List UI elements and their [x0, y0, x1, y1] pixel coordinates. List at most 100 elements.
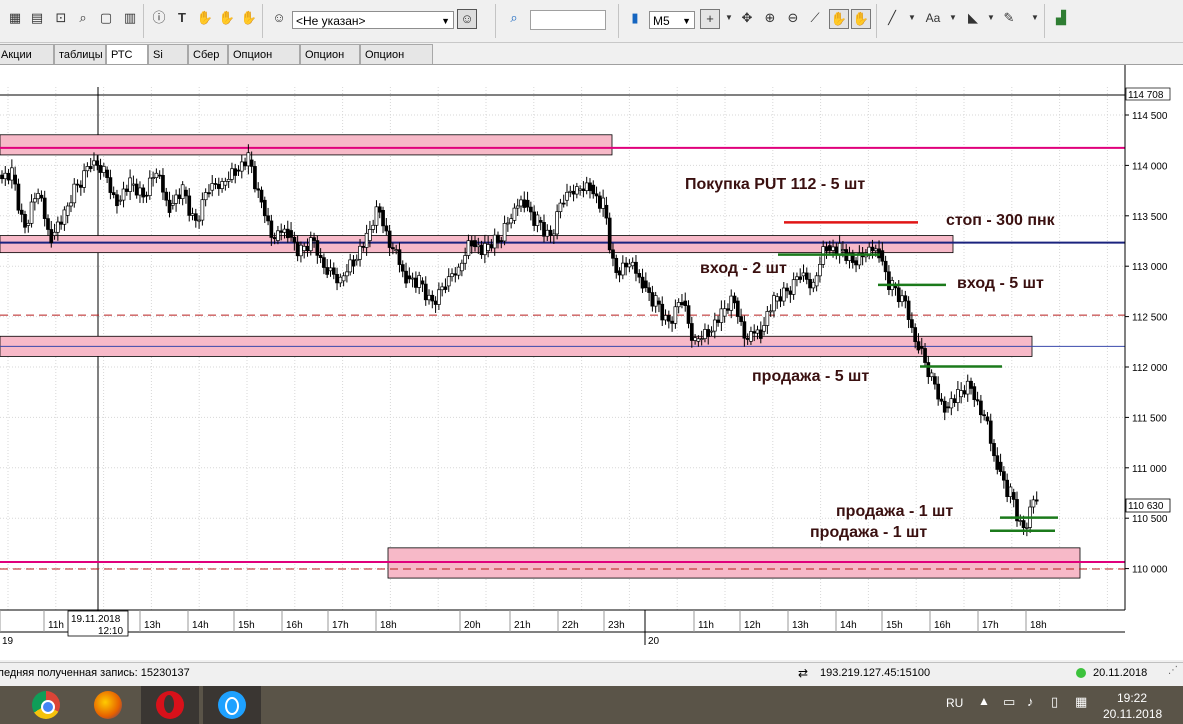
candle-body [591, 184, 596, 195]
candle-body [164, 191, 169, 201]
candle-body [985, 416, 990, 422]
pencil-icon[interactable]: ✎ [1000, 9, 1018, 27]
candle-body [19, 209, 24, 215]
user-card-icon[interactable]: ☺ [457, 9, 477, 29]
hand-tool-icon[interactable]: ✋ [829, 9, 849, 29]
volume-icon[interactable]: ♪ [1027, 694, 1034, 709]
tab-sber[interactable]: Сбер [188, 44, 228, 64]
find-icon[interactable]: ⌕ [74, 9, 92, 27]
candle-body [282, 228, 287, 233]
candle-body [666, 315, 671, 322]
candle-body [292, 236, 297, 243]
grid-icon[interactable]: ▤ [28, 9, 46, 27]
candle-body [548, 229, 553, 236]
hand-icon[interactable]: ✋ [240, 9, 258, 27]
candle-body [141, 187, 146, 198]
timeframe-select-value: M5 [653, 14, 670, 28]
taskbar-app-firefox[interactable] [79, 686, 137, 724]
chevron-down-icon[interactable]: ▼ [944, 9, 962, 27]
tray-expand-icon[interactable]: ▲ [978, 694, 990, 708]
candle-body [161, 175, 165, 193]
candle-body [660, 303, 665, 321]
chevron-down-icon[interactable]: ▼ [903, 9, 921, 27]
zoom-out-icon[interactable]: ⊖ [784, 9, 802, 27]
notification-icon[interactable]: ▦ [1075, 694, 1087, 710]
image-icon[interactable]: ▢ [97, 9, 115, 27]
chart-annotation: продажа - 1 шт [836, 503, 953, 520]
candle-body [532, 211, 536, 226]
ruler-icon[interactable]: ⟋ [806, 9, 824, 27]
candle-body [446, 276, 451, 287]
battery-icon[interactable]: ▯ [1051, 694, 1058, 710]
candle-body [437, 289, 441, 305]
chevron-down-icon[interactable]: ▼ [720, 9, 738, 27]
candle-body [184, 189, 188, 197]
indicator-icon[interactable]: ▟ [1052, 9, 1070, 27]
candle-body [69, 202, 73, 207]
candle-body [420, 280, 425, 285]
chart-canvas[interactable]: Покупка PUT 112 - 5 шт стоп - 300 пнк вход… [0, 65, 1183, 660]
candle-body [969, 380, 973, 389]
candle-body [253, 166, 257, 190]
candle-body [676, 302, 681, 308]
paint-icon[interactable]: ◣ [964, 9, 982, 27]
clock-date[interactable]: 20.11.2018 [1103, 707, 1162, 721]
alert-icon[interactable]: ⓘ [150, 9, 168, 27]
tab-si[interactable]: Si [148, 44, 188, 64]
candle-body [315, 240, 320, 256]
tab-akcii-rf[interactable]: Акции РФ [0, 44, 54, 81]
tab-rts[interactable]: РТС [106, 44, 148, 65]
x-tick-label: 16h [286, 620, 303, 631]
network-tray-icon[interactable]: ▭ [1003, 694, 1015, 710]
chart-tabs: Акции РФ таблицы РТС Si Сбер Опцион РТС … [0, 44, 1183, 81]
language-indicator[interactable]: RU [946, 696, 963, 710]
timeframe-select[interactable]: M5 ▼ [649, 11, 695, 29]
taskbar-app-chrome[interactable] [17, 686, 75, 724]
move-icon[interactable]: ✥ [738, 9, 756, 27]
hand-select-icon[interactable]: ✋ [851, 9, 871, 29]
candle-body [952, 398, 957, 404]
tab-opcion-si[interactable]: Опцион Si [300, 44, 360, 81]
tab-tablicy[interactable]: таблицы [54, 44, 106, 64]
price-axis-bg [1125, 65, 1183, 610]
search-icon[interactable]: ⌕ [505, 9, 523, 27]
chevron-down-icon[interactable]: ▼ [1026, 9, 1044, 27]
candle-body [910, 319, 914, 328]
cancel-orders-icon[interactable]: ▦ [6, 9, 24, 27]
chevron-down-icon[interactable]: ▼ [982, 9, 1000, 27]
candle-body [916, 341, 921, 351]
candle-body [42, 197, 47, 219]
candle-body [726, 308, 730, 311]
candle-body [456, 266, 461, 276]
clock-time[interactable]: 19:22 [1117, 691, 1147, 705]
price-chart[interactable]: Покупка PUT 112 - 5 шт стоп - 300 пнк вход… [0, 64, 1183, 660]
text-tool-icon[interactable]: Aa [922, 9, 944, 27]
y-tick-label: 112 000 [1132, 363, 1168, 374]
line-tool-icon[interactable]: ╱ [883, 9, 901, 27]
hand-buy-icon[interactable]: ✋ [196, 9, 214, 27]
bar-chart-icon[interactable]: ▮ [626, 9, 644, 27]
candle-body [13, 174, 17, 185]
candle-body [620, 262, 625, 276]
taskbar-app-opera[interactable] [141, 686, 199, 724]
candle-body [328, 267, 333, 272]
candle-body [801, 272, 806, 277]
list-icon[interactable]: ▥ [121, 9, 139, 27]
candle-body [118, 199, 123, 202]
tab-opcion-sber[interactable]: Опцион Сбер [360, 44, 433, 81]
candle-body [1018, 520, 1023, 522]
candle-body [900, 295, 904, 303]
search-input[interactable] [530, 10, 606, 30]
account-select[interactable]: <Не указан> ▼ [292, 11, 454, 29]
user-icon[interactable]: ☺ [270, 9, 288, 27]
taskbar-app-quik[interactable] [203, 686, 261, 724]
pin-icon[interactable]: T [173, 9, 191, 27]
candle-body [36, 193, 40, 200]
tab-opcion-rts[interactable]: Опцион РТС [228, 44, 300, 81]
hand-sell-icon[interactable]: ✋ [218, 9, 236, 27]
crosshair-icon[interactable]: + [700, 9, 720, 29]
chart-annotation: Покупка PUT 112 - 5 шт [685, 176, 865, 193]
y-tick-label: 114 500 [1132, 111, 1168, 122]
image-search-icon[interactable]: ⊡ [52, 9, 70, 27]
zoom-in-icon[interactable]: ⊕ [761, 9, 779, 27]
